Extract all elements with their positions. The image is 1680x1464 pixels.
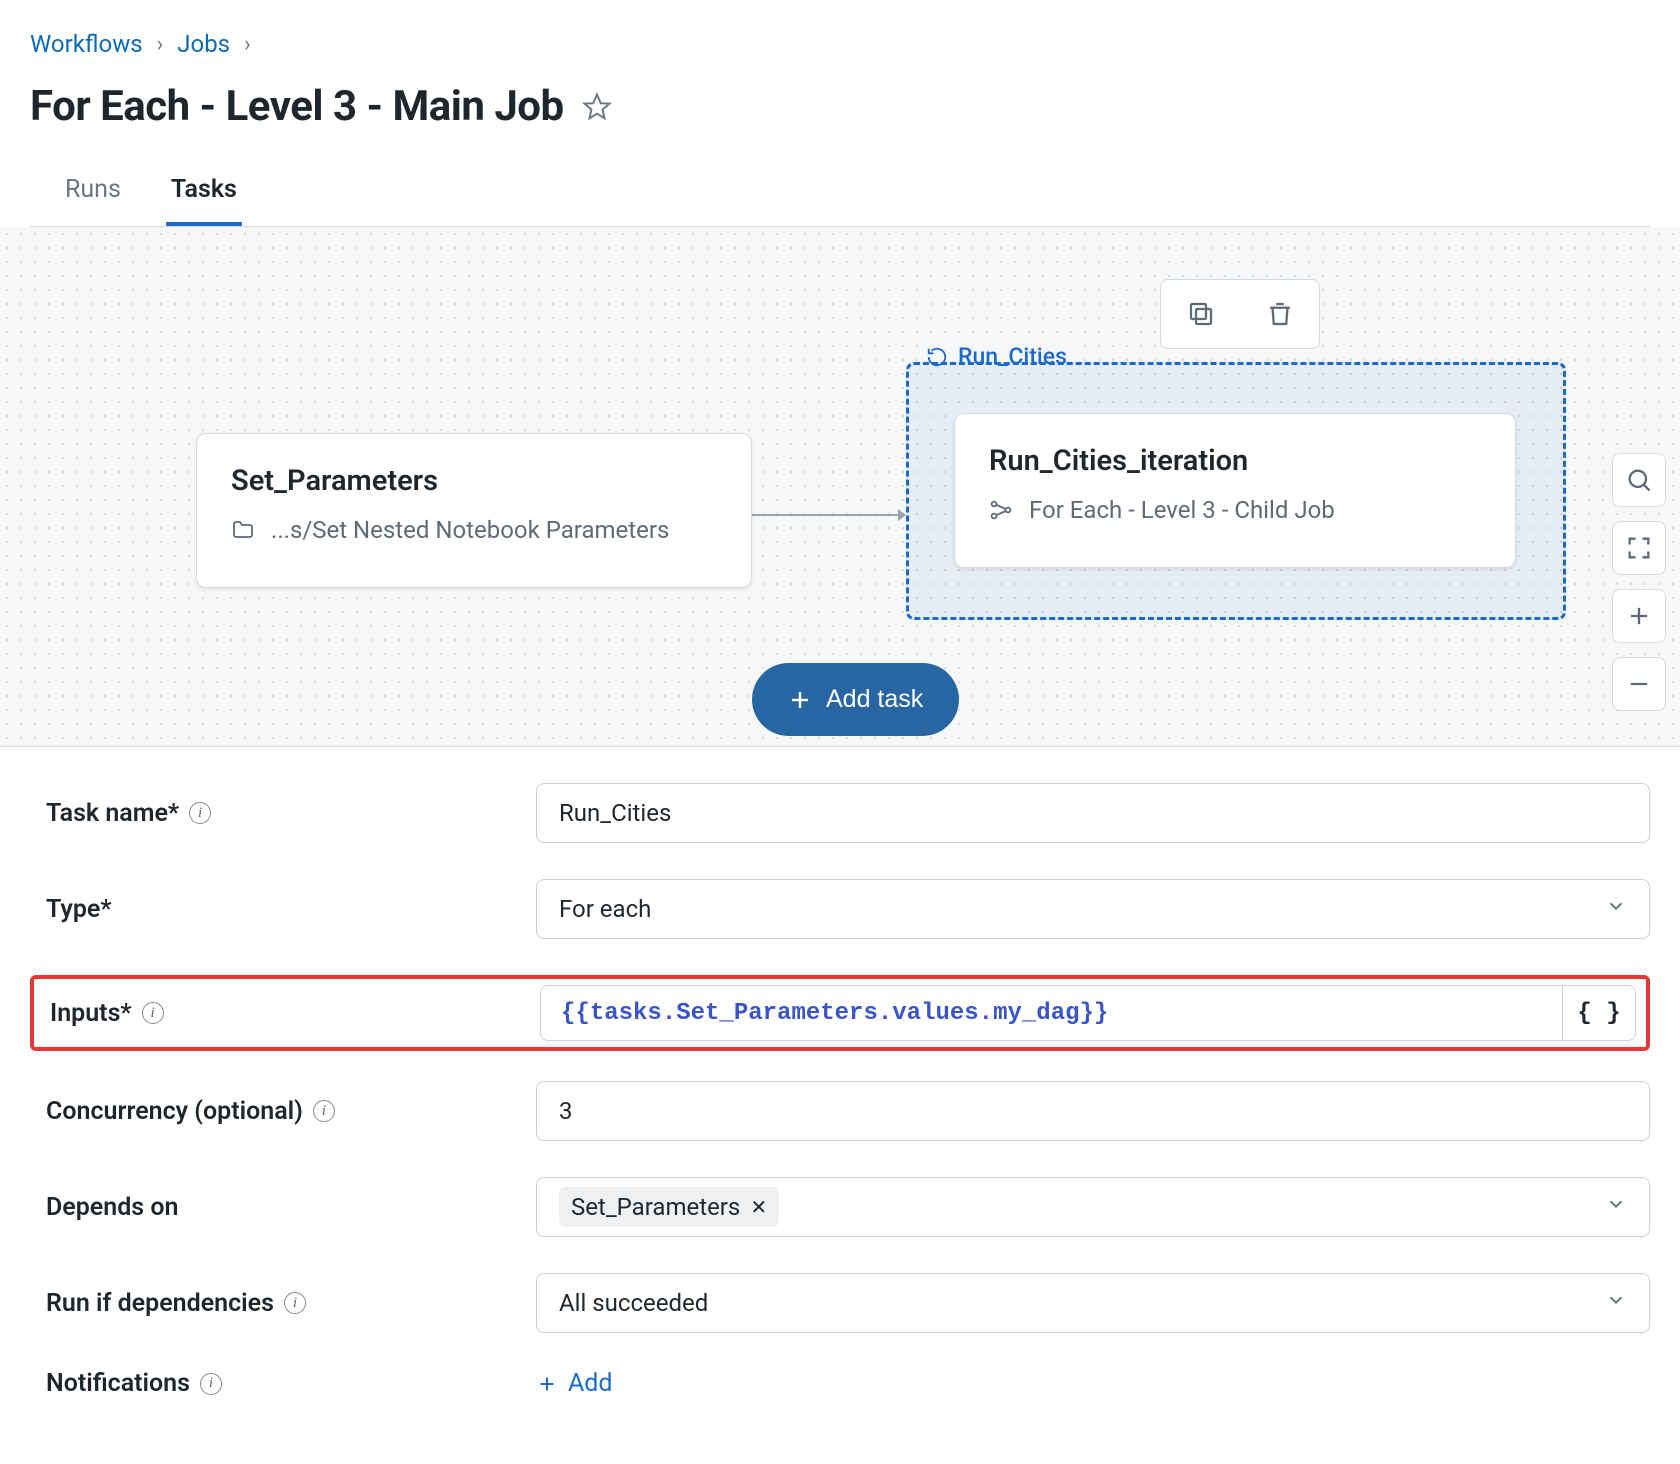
depends-on-chip: Set_Parameters ✕	[559, 1187, 779, 1227]
chevron-down-icon	[1605, 1289, 1627, 1317]
task-node-title: Run_Cities_iteration	[989, 444, 1481, 478]
type-select[interactable]: For each	[536, 879, 1650, 939]
add-task-label: Add task	[826, 685, 923, 714]
node-toolbar	[1160, 279, 1320, 349]
chevron-down-icon	[1605, 895, 1627, 923]
inputs-brace-button[interactable]: { }	[1562, 985, 1636, 1041]
zoom-controls	[1612, 453, 1666, 711]
tab-runs[interactable]: Runs	[60, 165, 126, 226]
workflow-icon	[989, 498, 1013, 522]
trash-icon[interactable]	[1265, 299, 1295, 329]
task-node-set-parameters[interactable]: Set_Parameters ...s/Set Nested Notebook …	[196, 433, 752, 588]
notifications-label: Notifications i	[46, 1369, 516, 1398]
chevron-right-icon: ›	[157, 32, 164, 57]
inputs-field[interactable]: {{tasks.Set_Parameters.values.my_dag}}	[540, 985, 1562, 1041]
inputs-row-highlight: Inputs* i {{tasks.Set_Parameters.values.…	[30, 975, 1650, 1051]
inputs-label: Inputs* i	[34, 999, 520, 1028]
concurrency-label: Concurrency (optional) i	[46, 1097, 516, 1126]
search-icon	[1625, 466, 1653, 494]
breadcrumb: Workflows › Jobs ›	[30, 30, 1650, 58]
zoom-in-button[interactable]	[1612, 589, 1666, 643]
fit-screen-button[interactable]	[1612, 521, 1666, 575]
info-icon[interactable]: i	[142, 1002, 164, 1024]
info-icon[interactable]: i	[189, 802, 211, 824]
run-if-select[interactable]: All succeeded	[536, 1273, 1650, 1333]
minus-icon	[1625, 670, 1653, 698]
plus-icon	[1625, 602, 1653, 630]
add-task-button[interactable]: Add task	[752, 663, 959, 736]
breadcrumb-jobs-link[interactable]: Jobs	[177, 30, 230, 58]
task-node-subtitle: For Each - Level 3 - Child Job	[1029, 496, 1335, 524]
chevron-right-icon: ›	[244, 32, 251, 57]
plus-icon	[536, 1373, 558, 1395]
chip-remove-icon[interactable]: ✕	[750, 1195, 767, 1219]
concurrency-input[interactable]: 3	[536, 1081, 1650, 1141]
plus-icon	[788, 688, 812, 712]
task-form: Task name* i Run_Cities Type* For each	[0, 747, 1680, 1464]
zoom-out-button[interactable]	[1612, 657, 1666, 711]
task-connector	[752, 507, 906, 523]
folder-icon	[231, 518, 255, 542]
run-if-label: Run if dependencies i	[46, 1289, 516, 1318]
task-node-title: Set_Parameters	[231, 464, 717, 498]
star-icon[interactable]	[582, 92, 612, 122]
depends-on-label: Depends on	[46, 1193, 516, 1222]
type-label: Type*	[46, 895, 516, 924]
depends-on-select[interactable]: Set_Parameters ✕	[536, 1177, 1650, 1237]
task-name-input[interactable]: Run_Cities	[536, 783, 1650, 843]
chevron-down-icon	[1605, 1193, 1627, 1221]
info-icon[interactable]: i	[313, 1100, 335, 1122]
info-icon[interactable]: i	[200, 1373, 222, 1395]
breadcrumb-workflows-link[interactable]: Workflows	[30, 30, 143, 58]
add-notification-button[interactable]: Add	[536, 1369, 1650, 1398]
task-name-label: Task name* i	[46, 799, 516, 828]
task-node-run-cities-iteration[interactable]: Run_Cities_iteration For Each - Level 3 …	[954, 413, 1516, 568]
zoom-search-button[interactable]	[1612, 453, 1666, 507]
info-icon[interactable]: i	[284, 1292, 306, 1314]
tabs: Runs Tasks	[30, 165, 1650, 227]
tab-tasks[interactable]: Tasks	[166, 165, 242, 226]
task-node-subtitle: ...s/Set Nested Notebook Parameters	[271, 516, 669, 544]
expand-icon	[1625, 534, 1653, 562]
page-title: For Each - Level 3 - Main Job	[30, 82, 564, 131]
task-graph-canvas[interactable]: Run_Cities Set_Parameters ...s/Set Neste…	[0, 227, 1680, 747]
copy-icon[interactable]	[1186, 299, 1216, 329]
